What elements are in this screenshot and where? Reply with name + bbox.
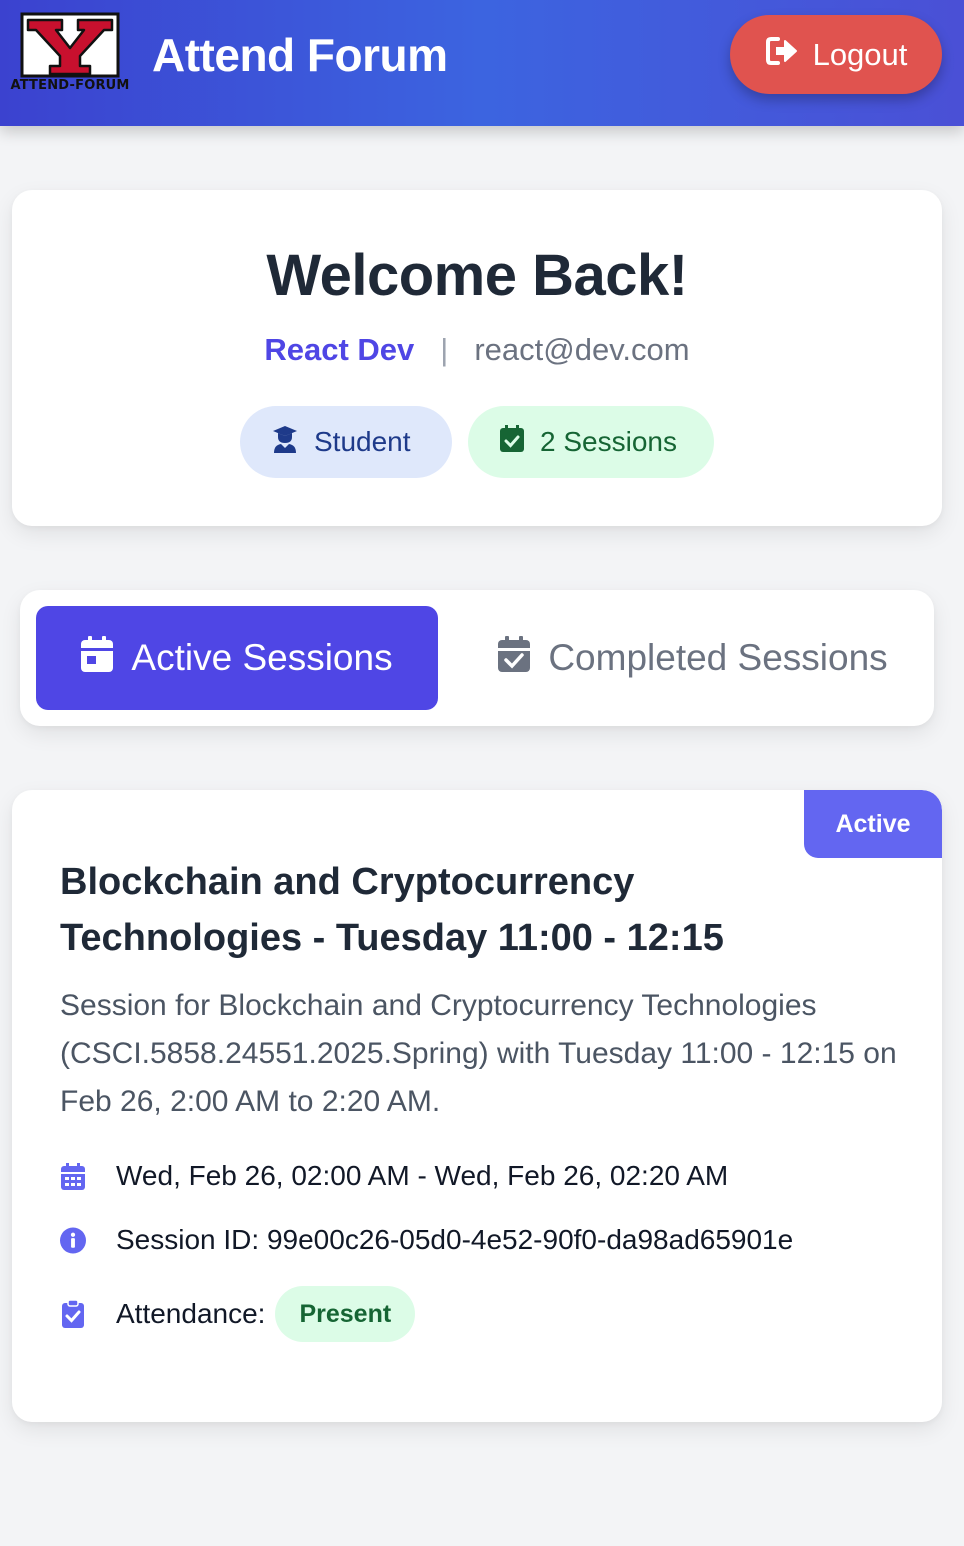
- session-datetime-row: Wed, Feb 26, 02:00 AM - Wed, Feb 26, 02:…: [60, 1160, 728, 1192]
- session-title: Blockchain and Cryptocurrency Technologi…: [60, 861, 724, 959]
- role-badge: Student: [240, 406, 452, 478]
- session-id: Session ID: 99e00c26-05d0-4e52-90f0-da98…: [116, 1224, 794, 1255]
- badges: Student 2 Sessions: [12, 406, 942, 478]
- session-card[interactable]: Active Blockchain and Cryptocurrency Tec…: [12, 790, 942, 1422]
- tab-completed-sessions[interactable]: Completed Sessions: [468, 606, 918, 710]
- attendance-row: Attendance: Present: [60, 1286, 416, 1342]
- session-id-row: Session ID: 99e00c26-05d0-4e52-90f0-da98…: [60, 1224, 793, 1256]
- separator: |: [440, 332, 449, 367]
- attendance-status-badge: Present: [275, 1286, 416, 1342]
- clipboard-check-icon: [60, 1299, 86, 1329]
- role-label: Student: [314, 426, 411, 457]
- calendar-check-icon: [500, 425, 524, 459]
- user-info: React Dev | react@dev.com: [12, 332, 942, 368]
- welcome-card: Welcome Back! React Dev | react@dev.com …: [12, 190, 942, 526]
- logout-button[interactable]: Logout: [730, 15, 942, 94]
- tab-completed-label: Completed Sessions: [548, 637, 888, 678]
- info-circle-icon: [60, 1225, 86, 1255]
- user-graduate-icon: [272, 425, 298, 460]
- user-email: react@dev.com: [474, 332, 690, 367]
- calendar-days-icon: [60, 1161, 86, 1191]
- status-badge: Active: [804, 790, 942, 858]
- calendar-icon: [81, 635, 114, 681]
- user-name: React Dev: [264, 332, 415, 367]
- sessions-badge: 2 Sessions: [468, 406, 714, 478]
- sign-out-icon: [765, 36, 799, 74]
- tab-active-label: Active Sessions: [131, 637, 393, 678]
- welcome-title: Welcome Back!: [266, 243, 688, 308]
- tab-active-sessions[interactable]: Active Sessions: [36, 606, 438, 710]
- session-datetime: Wed, Feb 26, 02:00 AM - Wed, Feb 26, 02:…: [116, 1160, 729, 1191]
- calendar-check-icon: [498, 635, 531, 681]
- attendance-label: Attendance:: [116, 1298, 266, 1329]
- app-title: Attend Forum: [152, 29, 448, 81]
- app-header: ATTEND-FORUM Attend Forum Logout: [0, 0, 964, 126]
- session-description: Session for Blockchain and Cryptocurrenc…: [60, 989, 897, 1118]
- sessions-label: 2 Sessions: [540, 426, 677, 457]
- logo-text: ATTEND-FORUM: [10, 78, 130, 93]
- logout-label: Logout: [812, 36, 908, 72]
- logo[interactable]: ATTEND-FORUM: [10, 12, 130, 96]
- session-tabs: Active Sessions Completed Sessions: [20, 590, 934, 726]
- y-logo-icon: [20, 12, 120, 78]
